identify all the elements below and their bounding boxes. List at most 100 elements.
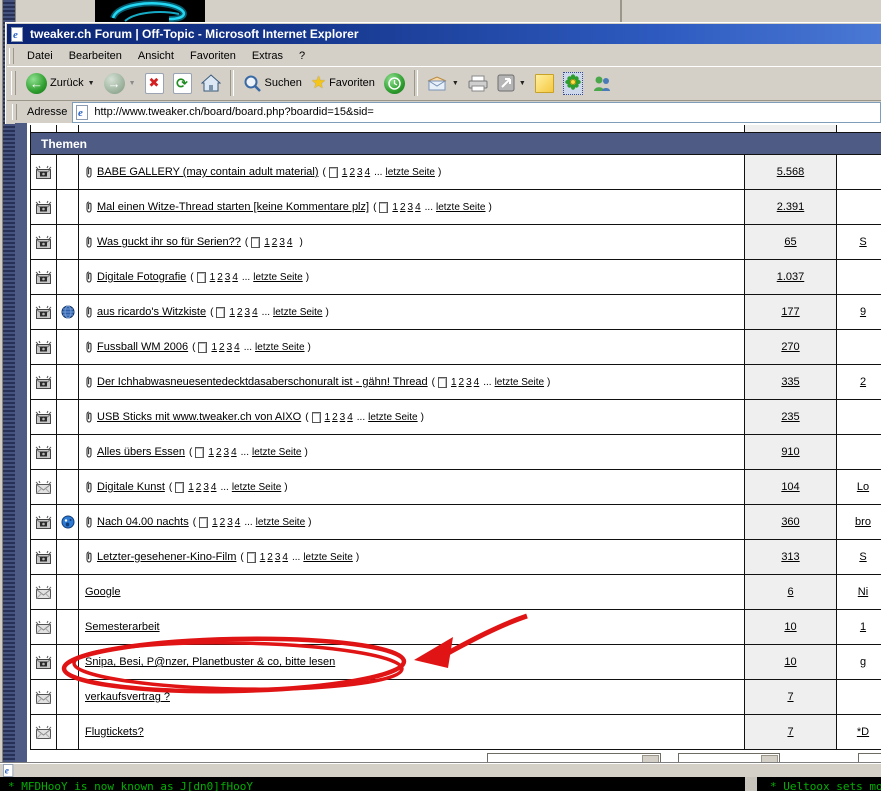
last-page-link[interactable]: letzte Seite xyxy=(256,517,305,528)
topic-link[interactable]: Was guckt ihr so für Serien?? xyxy=(97,236,241,248)
page-link[interactable]: 1 xyxy=(211,342,217,353)
toolbar-grip[interactable] xyxy=(11,71,16,95)
menu-extras[interactable]: Extras xyxy=(244,47,291,65)
mail-button[interactable]: ▼ xyxy=(423,73,463,94)
page-link[interactable]: 4 xyxy=(211,482,217,493)
search-button[interactable]: Suchen xyxy=(239,71,306,96)
menu-favoriten[interactable]: Favoriten xyxy=(182,47,244,65)
page-link[interactable]: 2 xyxy=(349,167,355,178)
home-button[interactable] xyxy=(197,71,225,95)
addressbar-grip[interactable] xyxy=(12,104,17,120)
forward-button[interactable]: → ▼ xyxy=(100,70,140,97)
reply-count-link[interactable]: 104 xyxy=(781,481,799,493)
reply-count-link[interactable]: 7 xyxy=(787,726,793,738)
menu-help[interactable]: ? xyxy=(291,47,313,65)
page-link[interactable]: 2 xyxy=(459,377,465,388)
page-link[interactable]: 2 xyxy=(400,202,406,213)
last-post-fragment[interactable]: S xyxy=(859,236,866,248)
page-link[interactable]: 3 xyxy=(357,167,363,178)
mail-dropdown-icon[interactable]: ▼ xyxy=(452,80,459,87)
reply-count-link[interactable]: 910 xyxy=(781,446,799,458)
topic-link[interactable]: Digitale Fotografie xyxy=(97,271,186,283)
page-link[interactable]: 3 xyxy=(340,412,346,423)
page-link[interactable]: 4 xyxy=(365,167,371,178)
page-link[interactable]: 1 xyxy=(260,552,266,563)
last-post-fragment[interactable]: Ni xyxy=(858,586,868,598)
page-link[interactable]: 1 xyxy=(208,447,214,458)
page-link[interactable]: 2 xyxy=(217,272,223,283)
topic-link[interactable]: USB Sticks mit www.tweaker.ch von AIXO xyxy=(97,411,301,423)
title-bar[interactable]: e tweaker.ch Forum | Off-Topic - Microso… xyxy=(7,24,881,44)
address-input[interactable]: e http://www.tweaker.ch/board/board.php?… xyxy=(72,102,881,123)
page-link[interactable]: 2 xyxy=(196,482,202,493)
page-link[interactable]: 3 xyxy=(225,272,231,283)
last-page-link[interactable]: letzte Seite xyxy=(368,412,417,423)
page-link[interactable]: 4 xyxy=(232,272,238,283)
last-page-link[interactable]: letzte Seite xyxy=(385,167,434,178)
topic-link[interactable]: Fussball WM 2006 xyxy=(97,341,188,353)
irc-pane-divider[interactable] xyxy=(745,777,757,791)
reply-count-link[interactable]: 360 xyxy=(781,516,799,528)
page-link[interactable]: 1 xyxy=(392,202,398,213)
reply-count-link[interactable]: 313 xyxy=(781,551,799,563)
favorites-button[interactable]: ★ Favoriten xyxy=(307,70,379,96)
topic-link[interactable]: Letzter-gesehener-Kino-Film xyxy=(97,551,236,563)
reply-count-link[interactable]: 5.568 xyxy=(777,166,805,178)
reply-count-link[interactable]: 65 xyxy=(784,236,796,248)
topic-link[interactable]: verkaufsvertrag ? xyxy=(85,691,170,703)
page-link[interactable]: 3 xyxy=(279,237,285,248)
page-link[interactable]: 1 xyxy=(325,412,331,423)
edit-button[interactable]: ▼ xyxy=(493,71,530,95)
topic-link[interactable]: Mal einen Witze-Thread starten [keine Ko… xyxy=(97,201,369,213)
page-link[interactable]: 2 xyxy=(332,412,338,423)
last-post-fragment[interactable]: bro xyxy=(855,516,871,528)
page-link[interactable]: 3 xyxy=(203,482,209,493)
reply-count-link[interactable]: 2.391 xyxy=(777,201,805,213)
stop-button[interactable]: ✖ xyxy=(141,70,168,97)
reply-count-link[interactable]: 1.037 xyxy=(777,271,805,283)
note-button[interactable] xyxy=(531,71,558,96)
page-link[interactable]: 1 xyxy=(188,482,194,493)
page-link[interactable]: 2 xyxy=(272,237,278,248)
topic-link[interactable]: Digitale Kunst xyxy=(97,481,165,493)
edit-dropdown-icon[interactable]: ▼ xyxy=(519,80,526,87)
last-post-fragment[interactable]: S xyxy=(859,551,866,563)
topic-link[interactable]: Semesterarbeit xyxy=(85,621,160,633)
topic-link[interactable]: Nach 04.00 nachts xyxy=(97,516,189,528)
page-link[interactable]: 4 xyxy=(287,237,293,248)
reply-count-link[interactable]: 10 xyxy=(784,656,796,668)
page-link[interactable]: 1 xyxy=(212,517,218,528)
last-page-link[interactable]: letzte Seite xyxy=(303,552,352,563)
page-link[interactable]: 4 xyxy=(347,412,353,423)
last-page-link[interactable]: letzte Seite xyxy=(495,377,544,388)
last-page-link[interactable]: letzte Seite xyxy=(253,272,302,283)
refresh-button[interactable]: ⟳ xyxy=(169,70,196,97)
page-link[interactable]: 1 xyxy=(342,167,348,178)
topic-link[interactable]: BABE GALLERY (may contain adult material… xyxy=(97,166,319,178)
icq-button[interactable] xyxy=(559,69,587,98)
page-link[interactable]: 2 xyxy=(219,342,225,353)
reply-count-link[interactable]: 177 xyxy=(781,306,799,318)
page-link[interactable]: 2 xyxy=(216,447,222,458)
page-link[interactable]: 1 xyxy=(210,272,216,283)
back-dropdown-icon[interactable]: ▼ xyxy=(88,80,95,87)
reply-count-link[interactable]: 270 xyxy=(781,341,799,353)
page-link[interactable]: 3 xyxy=(227,342,233,353)
page-link[interactable]: 4 xyxy=(231,447,237,458)
last-page-link[interactable]: letzte Seite xyxy=(436,202,485,213)
page-link[interactable]: 2 xyxy=(220,517,226,528)
page-link[interactable]: 2 xyxy=(237,307,243,318)
last-post-fragment[interactable]: 1 xyxy=(860,621,866,633)
page-link[interactable]: 4 xyxy=(235,517,241,528)
last-page-link[interactable]: letzte Seite xyxy=(232,482,281,493)
page-link[interactable]: 3 xyxy=(466,377,472,388)
last-post-fragment[interactable]: Lo xyxy=(857,481,869,493)
page-link[interactable]: 3 xyxy=(408,202,414,213)
last-post-fragment[interactable]: *D xyxy=(857,726,869,738)
history-button[interactable] xyxy=(380,70,409,97)
page-link[interactable]: 4 xyxy=(282,552,288,563)
menubar-grip[interactable] xyxy=(9,48,14,64)
reply-count-link[interactable]: 7 xyxy=(787,691,793,703)
page-link[interactable]: 3 xyxy=(275,552,281,563)
page-link[interactable]: 1 xyxy=(229,307,235,318)
